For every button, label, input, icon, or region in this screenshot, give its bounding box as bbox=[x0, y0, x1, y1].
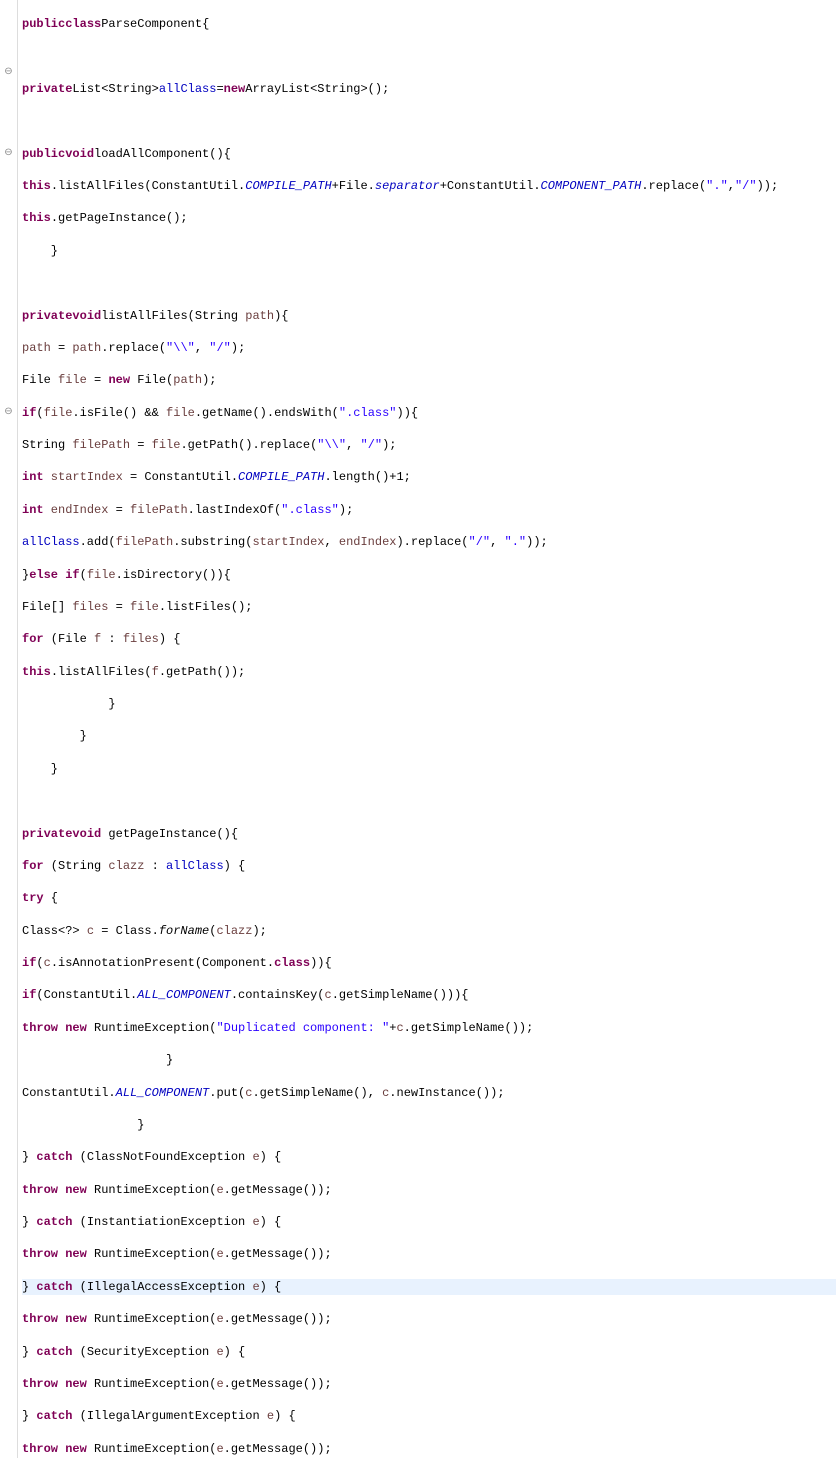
code-line: public void loadAllComponent(){ bbox=[22, 146, 836, 162]
code-line: } catch (ClassNotFoundException e) { bbox=[22, 1149, 836, 1165]
code-line: this.listAllFiles(ConstantUtil.COMPILE_P… bbox=[22, 178, 836, 194]
code-line: throw new RuntimeException(e.getMessage(… bbox=[22, 1246, 836, 1262]
code-line: throw new RuntimeException(e.getMessage(… bbox=[22, 1182, 836, 1198]
code-line: throw new RuntimeException(e.getMessage(… bbox=[22, 1376, 836, 1392]
code-line: try { bbox=[22, 890, 836, 906]
code-line: int endIndex = filePath.lastIndexOf(".cl… bbox=[22, 502, 836, 518]
code-line: this.getPageInstance(); bbox=[22, 210, 836, 226]
code-line: } bbox=[22, 1117, 836, 1133]
code-line: }else if(file.isDirectory()){ bbox=[22, 567, 836, 583]
code-line: if(ConstantUtil.ALL_COMPONENT.containsKe… bbox=[22, 987, 836, 1003]
code-line: } bbox=[22, 243, 836, 259]
code-line: ConstantUtil.ALL_COMPONENT.put(c.getSimp… bbox=[22, 1085, 836, 1101]
code-line: String filePath = file.getPath().replace… bbox=[22, 437, 836, 453]
code-line: } bbox=[22, 728, 836, 744]
code-line: } bbox=[22, 696, 836, 712]
code-editor: public class ParseComponent { private Li… bbox=[0, 0, 836, 1458]
code-line: for (File f : files) { bbox=[22, 631, 836, 647]
code-line: public class ParseComponent { bbox=[22, 16, 836, 32]
code-line: throw new RuntimeException(e.getMessage(… bbox=[22, 1311, 836, 1327]
code-line: File[] files = file.listFiles(); bbox=[22, 599, 836, 615]
code-line: allClass.add(filePath.substring(startInd… bbox=[22, 534, 836, 550]
code-line: throw new RuntimeException("Duplicated c… bbox=[22, 1020, 836, 1036]
code-line: path = path.replace("\\", "/"); bbox=[22, 340, 836, 356]
code-line: if(file.isFile() && file.getName().endsW… bbox=[22, 405, 836, 421]
code-line-highlighted: } catch (IllegalAccessException e) { bbox=[22, 1279, 836, 1295]
fold-icon[interactable] bbox=[0, 146, 17, 162]
code-line: Class<?> c = Class.forName(clazz); bbox=[22, 923, 836, 939]
code-line: } catch (IllegalArgumentException e) { bbox=[22, 1408, 836, 1424]
code-line: } bbox=[22, 1052, 836, 1068]
fold-icon[interactable] bbox=[0, 405, 17, 421]
code-line: private List<String> allClass = new Arra… bbox=[22, 81, 836, 97]
code-line: } catch (SecurityException e) { bbox=[22, 1344, 836, 1360]
code-area[interactable]: public class ParseComponent { private Li… bbox=[18, 0, 836, 1458]
code-line: } catch (InstantiationException e) { bbox=[22, 1214, 836, 1230]
code-line: } bbox=[22, 761, 836, 777]
code-line: int startIndex = ConstantUtil.COMPILE_PA… bbox=[22, 469, 836, 485]
code-line: if(c.isAnnotationPresent(Component.class… bbox=[22, 955, 836, 971]
code-line: for (String clazz : allClass) { bbox=[22, 858, 836, 874]
code-line: throw new RuntimeException(e.getMessage(… bbox=[22, 1441, 836, 1457]
gutter bbox=[0, 0, 18, 1458]
fold-icon[interactable] bbox=[0, 65, 17, 81]
code-line: private void getPageInstance(){ bbox=[22, 826, 836, 842]
code-line: this.listAllFiles(f.getPath()); bbox=[22, 664, 836, 680]
code-line: private void listAllFiles(String path){ bbox=[22, 308, 836, 324]
code-line: File file = new File(path); bbox=[22, 372, 836, 388]
